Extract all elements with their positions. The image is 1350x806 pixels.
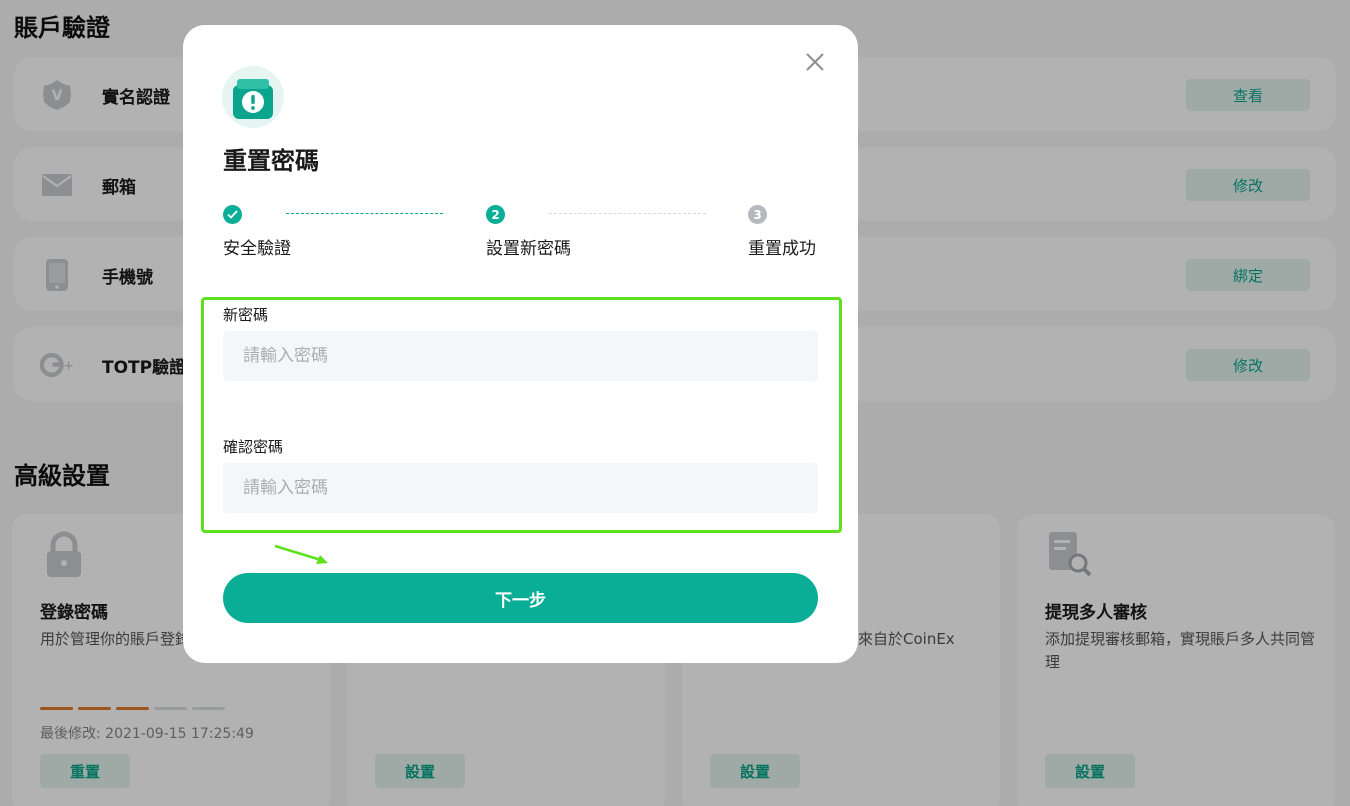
step-label: 設置新密碼 [486,239,571,259]
step-number: 3 [748,205,767,224]
close-button[interactable] [802,49,828,75]
modal-title: 重置密碼 [223,147,319,175]
step-label: 重置成功 [748,239,816,259]
annotation-arrow-icon [274,544,328,564]
next-step-button[interactable]: 下一步 [223,573,818,623]
step-label: 安全驗證 [223,239,291,259]
close-icon [806,53,824,71]
step-connector-done [286,213,443,214]
new-password-label: 新密碼 [223,306,269,324]
step-connector-pending [549,213,706,214]
reset-password-modal: 重置密碼 安全驗證 2 設置新密碼 3 重置成功 新密碼 確認密碼 下一步 [183,25,858,663]
step-reset-success: 3 重置成功 [748,205,816,259]
step-security-verification: 安全驗證 [223,205,291,259]
warning-shield-icon [221,65,285,129]
check-icon [223,205,242,224]
step-number: 2 [486,205,505,224]
new-password-input[interactable] [223,331,818,381]
confirm-password-input[interactable] [223,463,818,513]
confirm-password-label: 確認密碼 [223,438,284,456]
